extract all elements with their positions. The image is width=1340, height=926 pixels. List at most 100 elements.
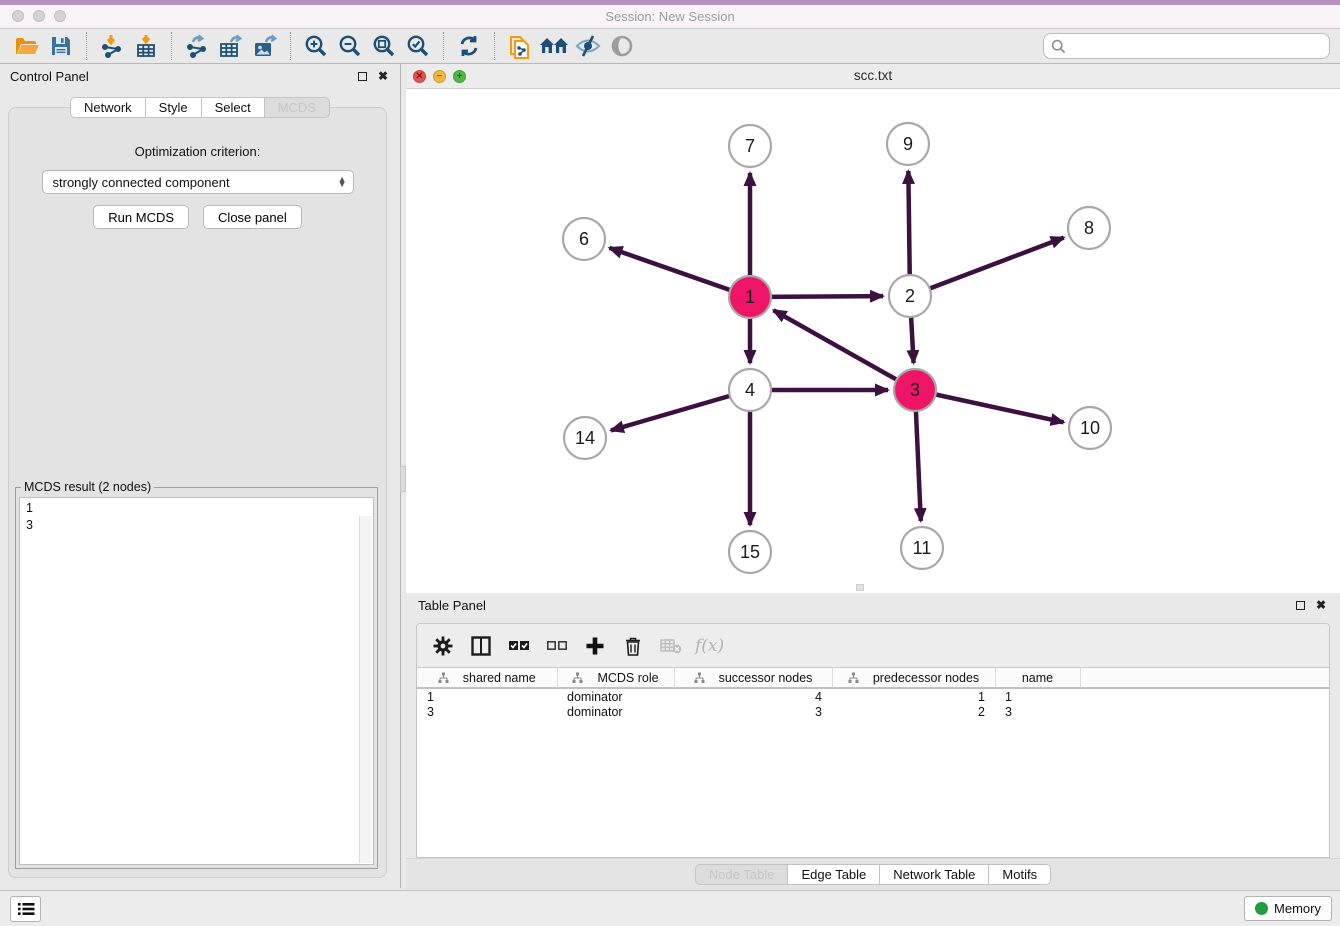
table-cell[interactable]: 1 [995,688,1080,704]
titlebar-accent [0,0,1340,5]
tab-edge-table[interactable]: Edge Table [788,864,880,885]
edge-3-10[interactable] [915,390,1064,422]
zoom-fit-button[interactable] [369,32,399,60]
zoom-in-button[interactable] [301,32,331,60]
tab-network-table[interactable]: Network Table [880,864,989,885]
import-table-icon [134,34,158,58]
table-panel: Table Panel ✖ [406,593,1340,890]
result-scrollbar[interactable] [359,516,372,863]
column-header-predecessor-nodes[interactable]: predecessor nodes [832,668,995,688]
export-table-button[interactable] [216,32,246,60]
edge-3-1[interactable] [774,310,915,390]
search-input[interactable] [1071,39,1322,54]
tab-select[interactable]: Select [202,97,265,118]
network-window-title: scc.txt [406,68,1340,83]
close-icon: ✖ [378,69,388,83]
tab-mcds[interactable]: MCDS [265,97,330,118]
save-session-button[interactable] [46,32,76,60]
node-label-10: 10 [1080,418,1100,438]
edge-2-8[interactable] [910,238,1064,296]
mcds-result-title: MCDS result (2 nodes) [21,480,154,494]
search-box[interactable] [1043,33,1330,59]
export-table-icon [218,34,244,58]
column-header-name[interactable]: name [995,668,1080,688]
table-settings-button[interactable] [429,632,457,660]
node-label-7: 7 [745,136,755,156]
node-label-3: 3 [910,380,920,400]
network-canvas[interactable]: 1234678910111415 [406,89,1340,593]
table-cell[interactable]: dominator [557,704,674,720]
memory-label: Memory [1274,901,1321,916]
column-tree-icon [572,672,583,683]
close-icon: ✖ [1316,598,1326,612]
node-label-8: 8 [1084,218,1094,238]
create-column-button[interactable] [581,632,609,660]
tab-style[interactable]: Style [146,97,202,118]
column-header-successor-nodes[interactable]: successor nodes [674,668,832,688]
node-table[interactable]: shared nameMCDS rolesuccessor nodesprede… [417,668,1329,720]
status-bar: Memory [0,890,1340,926]
node-label-1: 1 [745,287,755,307]
memory-status-icon [1255,902,1268,915]
export-image-button[interactable] [250,32,280,60]
edge-1-6[interactable] [609,248,750,297]
tab-motifs[interactable]: Motifs [989,864,1051,885]
table-row[interactable]: 3dominator323 [417,704,1329,720]
table-panel-close-button[interactable]: ✖ [1314,598,1328,612]
control-panel-title: Control Panel [10,69,89,84]
run-mcds-button[interactable]: Run MCDS [93,205,189,229]
zoom-out-button[interactable] [335,32,365,60]
table-cell[interactable]: 2 [832,704,995,720]
select-all-columns-button[interactable] [505,632,533,660]
import-network-icon [100,34,124,58]
zoom-selected-button[interactable] [403,32,433,60]
graphics-details-button[interactable] [607,32,637,60]
table-cell[interactable]: 4 [674,688,832,704]
mcds-result-text[interactable]: 1 3 [19,497,374,865]
table-cell[interactable]: 3 [417,704,557,720]
show-columns-button[interactable] [467,632,495,660]
table-panel-float-button[interactable] [1293,598,1307,612]
control-panel-close-button[interactable]: ✖ [376,69,390,83]
close-panel-button[interactable]: Close panel [203,205,302,229]
import-table-button[interactable] [131,32,161,60]
tab-network[interactable]: Network [70,97,146,118]
task-history-button[interactable] [10,896,41,922]
table-cell[interactable]: 3 [674,704,832,720]
network-graph[interactable]: 1234678910111415 [406,89,1340,593]
table-cell[interactable]: dominator [557,688,674,704]
clone-network-button[interactable] [505,32,535,60]
first-neighbors-button[interactable] [539,32,569,60]
export-network-button[interactable] [182,32,212,60]
column-header-MCDS-role[interactable]: MCDS role [557,668,674,688]
export-network-icon [185,34,209,58]
panel-splitter-handle[interactable] [400,466,406,492]
column-tree-icon [848,672,859,683]
tab-node-table[interactable]: Node Table [695,864,789,885]
delete-column-button[interactable] [619,632,647,660]
column-header-shared-name[interactable]: shared name [417,668,557,688]
table-row[interactable]: 1dominator411 [417,688,1329,704]
table-cell[interactable]: 3 [995,704,1080,720]
column-tree-icon [438,672,449,683]
optimization-criterion-select[interactable]: strongly connected component ▲▼ [42,170,354,194]
table-cell[interactable]: 1 [832,688,995,704]
refresh-button[interactable] [454,32,484,60]
table-toolbar: f(x) [417,624,1329,668]
window-title: Session: New Session [0,9,1340,24]
table-cell[interactable]: 1 [417,688,557,704]
plus-icon [585,636,605,656]
hide-graphics-details-button[interactable] [573,32,603,60]
open-file-button[interactable] [12,32,42,60]
canvas-resize-handle[interactable] [856,584,864,591]
toolbar-separator [171,32,172,60]
homes-icon [539,35,569,57]
import-network-button[interactable] [97,32,127,60]
memory-button[interactable]: Memory [1244,896,1332,921]
control-panel-float-button[interactable] [355,69,369,83]
deselect-all-columns-button[interactable] [543,632,571,660]
mcds-result-group: MCDS result (2 nodes) 1 3 [15,480,378,869]
zoom-out-icon [338,34,362,58]
detail-eye-icon [610,34,634,58]
select-stepper-icon: ▲▼ [338,177,347,187]
